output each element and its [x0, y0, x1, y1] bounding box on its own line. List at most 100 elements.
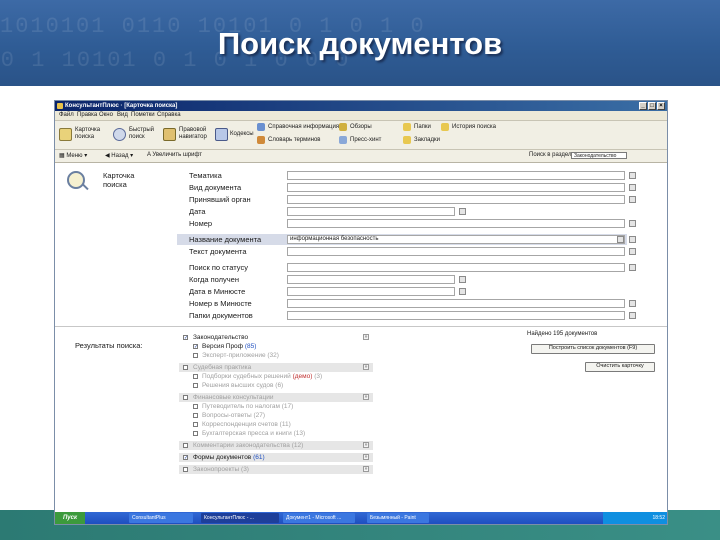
field-row-authority[interactable]: Принявший орган: [55, 194, 667, 205]
calendar-icon[interactable]: [459, 276, 466, 283]
taskbar-item-active[interactable]: КонсультантПлюс - ...: [201, 513, 279, 523]
expand-icon[interactable]: »: [363, 394, 369, 400]
taskbar-item[interactable]: Документ1 - Microsoft ...: [283, 513, 355, 523]
tree-item-forms[interactable]: ✓ Формы документов (61) »: [179, 453, 373, 462]
field-row-minjust-number[interactable]: Номер в Минюсте: [55, 298, 667, 309]
clear-card-button[interactable]: Очистить карточку: [585, 362, 655, 372]
field-dictionary-icon[interactable]: [629, 196, 636, 203]
tree-item-court-selections[interactable]: Подборки судебных решений (демо) (3): [179, 372, 373, 381]
tree-item-expert[interactable]: Эксперт-приложение (32): [179, 351, 373, 360]
expand-icon[interactable]: »: [363, 364, 369, 370]
doc-text-input[interactable]: [287, 247, 625, 256]
checkbox[interactable]: ✓: [183, 455, 188, 461]
close-icon[interactable]: ×: [657, 102, 665, 110]
history-button[interactable]: История поиска: [441, 123, 501, 133]
tree-item-high-courts[interactable]: Решения высших судов (6): [179, 381, 373, 390]
field-dictionary-icon[interactable]: [629, 312, 636, 319]
checkbox[interactable]: [193, 404, 198, 409]
minimize-icon[interactable]: _: [639, 102, 647, 110]
folders-input[interactable]: [287, 311, 625, 320]
checkbox[interactable]: [183, 443, 188, 448]
field-row-folders[interactable]: Папки документов: [55, 310, 667, 321]
maximize-icon[interactable]: □: [648, 102, 656, 110]
checkbox[interactable]: [183, 365, 188, 370]
tree-item-qa[interactable]: Вопросы-ответы (27): [179, 411, 373, 420]
folders-button[interactable]: Папки: [403, 123, 443, 133]
tree-item-comments[interactable]: Комментарии законодательства (12) »: [179, 441, 373, 450]
field-row-doc-type[interactable]: Вид документа: [55, 182, 667, 193]
field-row-doc-title[interactable]: Название документа информационная безопа…: [55, 234, 667, 245]
field-row-status[interactable]: Поиск по статусу: [55, 262, 667, 273]
received-input[interactable]: [287, 275, 455, 284]
tree-item-prof[interactable]: ✓ Версия Проф (85): [179, 342, 373, 351]
checkbox[interactable]: ✓: [193, 344, 198, 350]
minjust-date-input[interactable]: [287, 287, 455, 296]
field-row-topic[interactable]: Тематика: [55, 170, 667, 181]
checkbox[interactable]: [193, 413, 198, 418]
expand-icon[interactable]: »: [363, 334, 369, 340]
checkbox[interactable]: [183, 467, 188, 472]
doc-title-input[interactable]: информационная безопасность: [287, 235, 625, 244]
search-card-button[interactable]: Карточка поиска: [59, 125, 109, 145]
calendar-icon[interactable]: [459, 208, 466, 215]
checkbox[interactable]: [193, 353, 198, 358]
tree-item-press[interactable]: Бухгалтерская пресса и книги (13): [179, 429, 373, 438]
field-dictionary-icon[interactable]: [629, 172, 636, 179]
tree-item-legislation[interactable]: ✓ Законодательство »: [179, 333, 373, 342]
view-menu-button[interactable]: ▦ Меню ▾: [59, 152, 87, 159]
reviews-button[interactable]: Обзоры: [339, 123, 389, 133]
codex-button[interactable]: Кодексы: [215, 125, 254, 145]
dictionary-button[interactable]: Словарь терминов: [257, 136, 341, 146]
checkbox[interactable]: [183, 395, 188, 400]
tree-item-accounts[interactable]: Корреспонденция счетов (11): [179, 420, 373, 429]
authority-input[interactable]: [287, 195, 625, 204]
field-dictionary-icon[interactable]: [629, 300, 636, 307]
field-dictionary-icon[interactable]: [629, 248, 636, 255]
doc-type-input[interactable]: [287, 183, 625, 192]
checkbox[interactable]: ✓: [183, 335, 188, 341]
field-dictionary-icon[interactable]: [629, 236, 636, 243]
section-combo[interactable]: Законодательство: [571, 152, 627, 159]
field-row-date[interactable]: Дата: [55, 206, 667, 217]
tree-item-bills[interactable]: Законопроекты (3) »: [179, 465, 373, 474]
menu-file[interactable]: Файл: [59, 112, 74, 118]
checkbox[interactable]: [193, 422, 198, 427]
press-button[interactable]: Пресс-хинт: [339, 136, 399, 146]
menu-marks[interactable]: Пометки: [131, 112, 155, 118]
expand-icon[interactable]: »: [363, 454, 369, 460]
number-input[interactable]: [287, 219, 625, 228]
tree-item-tax-guide[interactable]: Путеводитель по налогам (17): [179, 402, 373, 411]
start-button[interactable]: Пуск: [55, 512, 85, 524]
checkbox[interactable]: [193, 431, 198, 436]
back-button[interactable]: ◀ Назад ▾: [105, 152, 133, 159]
menu-help[interactable]: Справка: [157, 112, 181, 118]
build-list-button[interactable]: Построить список документов (F9): [531, 344, 655, 354]
checkbox[interactable]: [193, 374, 198, 379]
calendar-icon[interactable]: [459, 288, 466, 295]
navigator-button[interactable]: Правовой навигатор: [163, 125, 213, 145]
quick-search-button[interactable]: Быстрый поиск: [113, 125, 161, 145]
checkbox[interactable]: [193, 383, 198, 388]
menu-window[interactable]: Окно: [99, 112, 113, 118]
menu-view[interactable]: Вид: [117, 112, 128, 118]
expand-icon[interactable]: »: [363, 466, 369, 472]
date-input[interactable]: [287, 207, 455, 216]
minjust-number-input[interactable]: [287, 299, 625, 308]
field-row-doc-text[interactable]: Текст документа: [55, 246, 667, 257]
tree-item-court-practice[interactable]: Судебная практика »: [179, 363, 373, 372]
field-dictionary-icon[interactable]: [629, 264, 636, 271]
field-row-minjust-date[interactable]: Дата в Минюсте: [55, 286, 667, 297]
field-row-number[interactable]: Номер: [55, 218, 667, 229]
taskbar-item[interactable]: ConsultantPlus: [129, 513, 193, 523]
status-input[interactable]: [287, 263, 625, 272]
topic-input[interactable]: [287, 171, 625, 180]
enlarge-font-button[interactable]: A Увеличить шрифт: [147, 152, 202, 158]
taskbar-item[interactable]: Безымянный - Paint: [367, 513, 429, 523]
reference-info-button[interactable]: Справочная информация: [257, 123, 341, 133]
bookmarks-button[interactable]: Закладки: [403, 136, 453, 146]
field-dictionary-icon[interactable]: [629, 184, 636, 191]
field-row-received[interactable]: Когда получен: [55, 274, 667, 285]
expand-icon[interactable]: »: [363, 442, 369, 448]
clear-field-icon[interactable]: [617, 236, 624, 243]
tree-item-financial[interactable]: Финансовые консультации »: [179, 393, 373, 402]
